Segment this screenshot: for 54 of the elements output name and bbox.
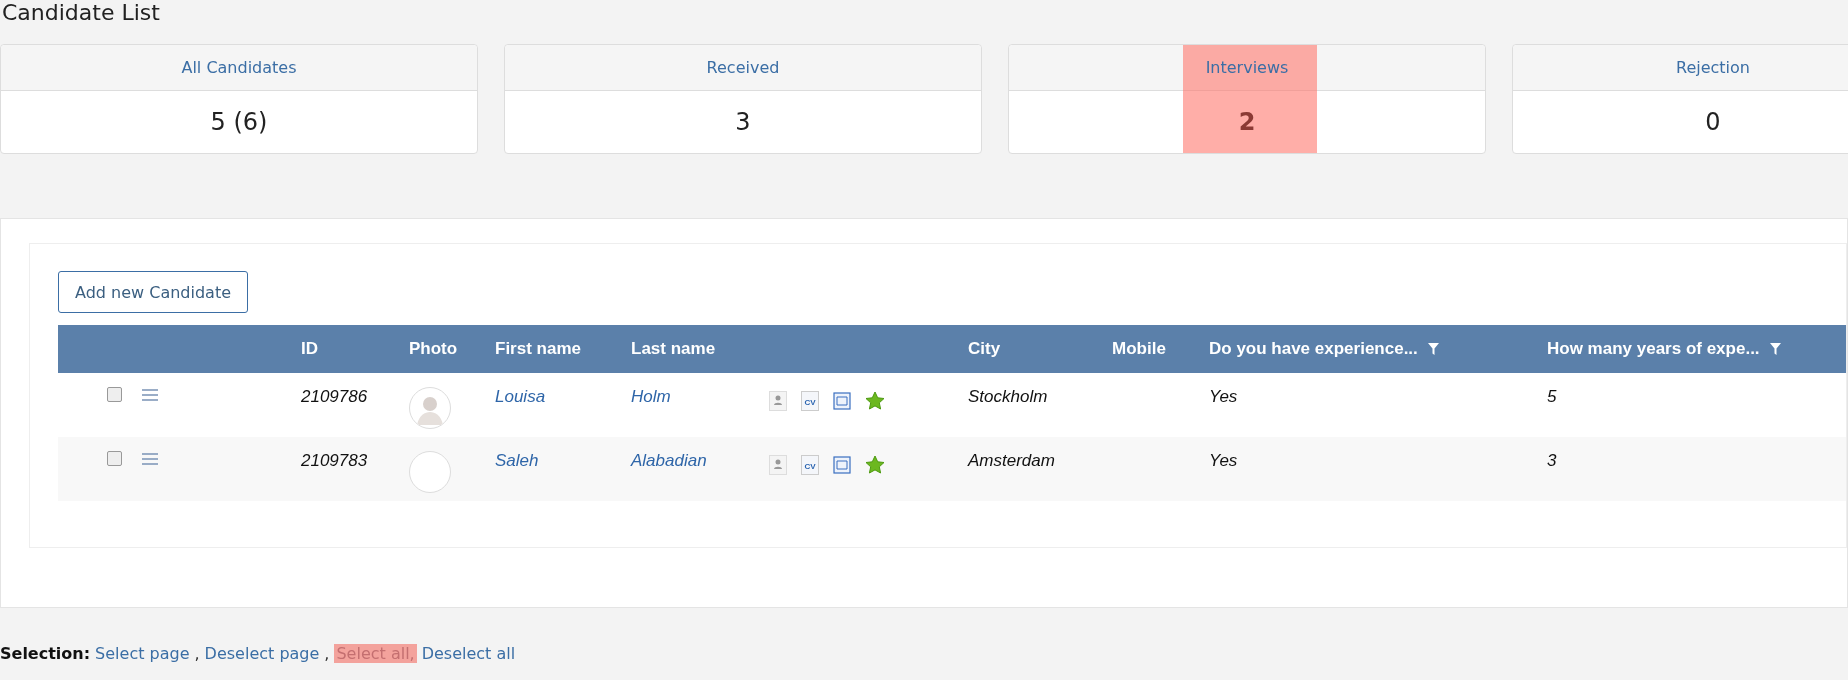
selection-link[interactable]: Deselect page	[204, 644, 320, 663]
stat-card[interactable]: Interviews 2	[1008, 44, 1486, 154]
table-cell: Yes	[1209, 387, 1238, 407]
separator: ,	[194, 644, 200, 663]
stat-card[interactable]: Rejection 0	[1512, 44, 1848, 154]
stat-label: Rejection	[1676, 58, 1750, 77]
first-name-link[interactable]: Saleh	[495, 451, 539, 471]
stat-count: 3	[735, 108, 751, 136]
stat-label: Interviews	[1205, 58, 1289, 77]
filter-icon[interactable]	[1427, 343, 1439, 355]
document-icon[interactable]	[833, 391, 851, 411]
column-header[interactable]: Mobile	[1112, 339, 1166, 359]
selection-link[interactable]: Deselect all	[421, 644, 516, 663]
last-name-link[interactable]: Alabadian	[631, 451, 707, 471]
stat-count: 5 (6)	[210, 108, 268, 136]
profile-document-icon[interactable]	[769, 455, 787, 475]
table-cell: 3	[1547, 451, 1557, 471]
table-cell: 5	[1547, 387, 1557, 407]
table-cell: 2109783	[301, 451, 368, 471]
selection-link[interactable]: Select page	[95, 644, 190, 663]
column-header[interactable]: First name	[495, 339, 581, 359]
stat-card[interactable]: All Candidates 5 (6)	[0, 44, 478, 154]
add-candidate-button[interactable]: Add new Candidate	[58, 271, 248, 313]
column-header[interactable]: Last name	[631, 339, 716, 359]
selection-label: Selection:	[0, 644, 91, 663]
table-cell: 2109786	[301, 387, 368, 407]
first-name-link[interactable]: Louisa	[495, 387, 546, 407]
column-header[interactable]: How many years of expe...	[1547, 339, 1760, 359]
document-icon[interactable]	[833, 455, 851, 475]
row-checkbox[interactable]	[107, 387, 122, 402]
stat-label: All Candidates	[181, 58, 297, 77]
menu-icon[interactable]	[142, 452, 158, 465]
row-checkbox[interactable]	[107, 451, 122, 466]
profile-document-icon[interactable]	[769, 391, 787, 411]
column-header[interactable]: ID	[301, 339, 318, 359]
separator: ,	[324, 644, 330, 663]
stat-card[interactable]: Received 3	[504, 44, 982, 154]
column-header[interactable]: Do you have experience...	[1209, 339, 1418, 359]
column-header[interactable]: Photo	[409, 339, 458, 359]
page-title: Candidate List	[1, 0, 161, 27]
menu-icon[interactable]	[142, 388, 158, 401]
star-icon[interactable]	[865, 391, 885, 411]
cv-document-icon[interactable]: CV	[801, 391, 819, 411]
filter-icon[interactable]	[1769, 343, 1781, 355]
cv-document-icon[interactable]: CV	[801, 455, 819, 475]
star-icon[interactable]	[865, 455, 885, 475]
column-header[interactable]: City	[968, 339, 1001, 359]
table-cell: Amsterdam	[968, 451, 1055, 471]
last-name-link[interactable]: Holm	[631, 387, 671, 407]
stat-label: Received	[706, 58, 780, 77]
table-cell: Stockholm	[968, 387, 1048, 407]
table-cell: Yes	[1209, 451, 1238, 471]
stat-count: 2	[1238, 108, 1256, 136]
stat-count: 0	[1705, 108, 1721, 136]
